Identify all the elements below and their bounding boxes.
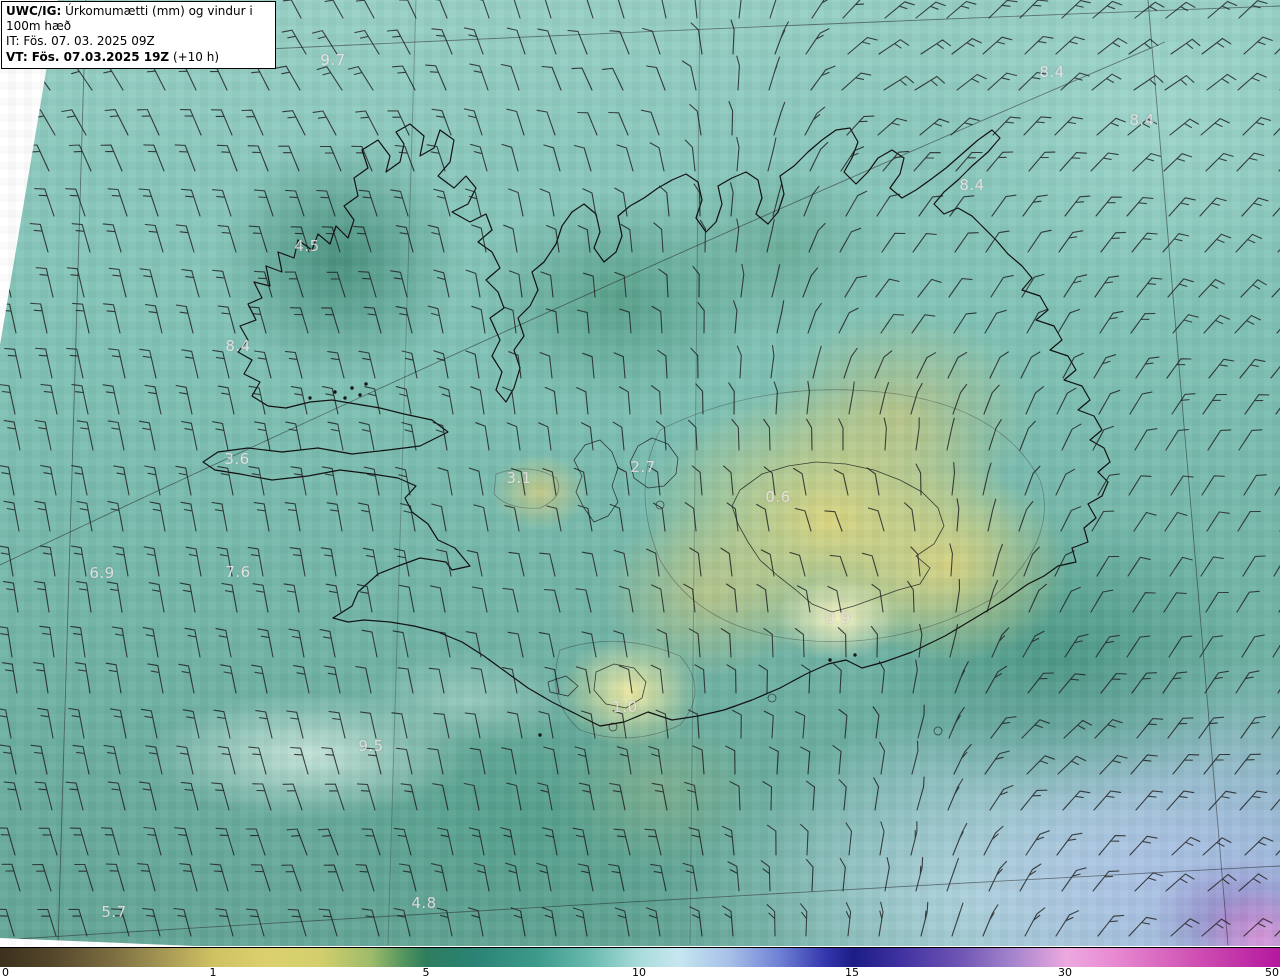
contour-label: 0.9 (825, 609, 851, 627)
contour-label: 0.6 (765, 488, 791, 506)
contour-label: 4.5 (294, 237, 320, 255)
init-time-text: IT: Fös. 07. 03. 2025 09Z (6, 34, 155, 49)
weather-map-screenshot: 9.7 8.4 8.4 8.4 4.5 8.4 3.6 3.1 2.7 0.6 6.9 7.6 0.9 1… (0, 0, 1280, 978)
contour-label: 3.1 (506, 469, 532, 487)
contour-label: 8.4 (959, 176, 985, 194)
colorbar: 0 1 5 10 15 30 50 (0, 946, 1280, 978)
contour-label: 3.6 (224, 450, 250, 468)
title-line-2: IT: Fös. 07. 03. 2025 09Z (6, 34, 271, 49)
contour-label: 8.4 (1039, 63, 1065, 81)
contour-label: 1.0 (612, 698, 638, 716)
title-line-1: UWC/IG: Úrkomumætti (mm) og vindur i 100… (6, 4, 271, 34)
title-box: UWC/IG: Úrkomumætti (mm) og vindur i 100… (1, 1, 276, 69)
contour-label: 5.7 (101, 903, 127, 921)
valid-time-label: VT: Fös. 07.03.2025 19Z (6, 49, 170, 64)
iceland-coastline (202, 123, 1111, 727)
contour-label: 4.8 (411, 894, 437, 912)
colorbar-tick: 1 (209, 966, 217, 978)
glacier-outlines (547, 437, 945, 709)
colorbar-tick: 10 (632, 966, 646, 978)
contour-label: 2.7 (630, 458, 656, 476)
map-edge-wedges (0, 0, 195, 946)
island-dots (308, 382, 857, 737)
model-id-label: UWC/IG: (6, 4, 62, 18)
colorbar-tick: 15 (845, 966, 859, 978)
colorbar-tick: 5 (422, 966, 430, 978)
precipitation-contours (493, 389, 1045, 739)
colorbar-gradient (0, 947, 1280, 967)
valid-time-offset: (+10 h) (169, 49, 220, 64)
colorbar-tick: 30 (1058, 966, 1072, 978)
colorbar-tick: 0 (2, 966, 9, 978)
colorbar-tick: 50 (1265, 966, 1279, 978)
contour-label: 8.4 (1129, 111, 1155, 129)
contour-label: 7.6 (225, 563, 251, 581)
contour-label: 9.7 (320, 51, 346, 69)
contour-label: 8.4 (225, 337, 251, 355)
title-line-3: VT: Fös. 07.03.2025 19Z (+10 h) (6, 50, 271, 65)
colorbar-tick-labels: 0 1 5 10 15 30 50 (0, 967, 1280, 978)
station-circles (608, 500, 943, 736)
contour-label: 6.9 (89, 564, 115, 582)
weather-map: 9.7 8.4 8.4 8.4 4.5 8.4 3.6 3.1 2.7 0.6 6.9 7.6 0.9 1… (0, 0, 1280, 946)
contour-label: 9.5 (358, 737, 384, 755)
